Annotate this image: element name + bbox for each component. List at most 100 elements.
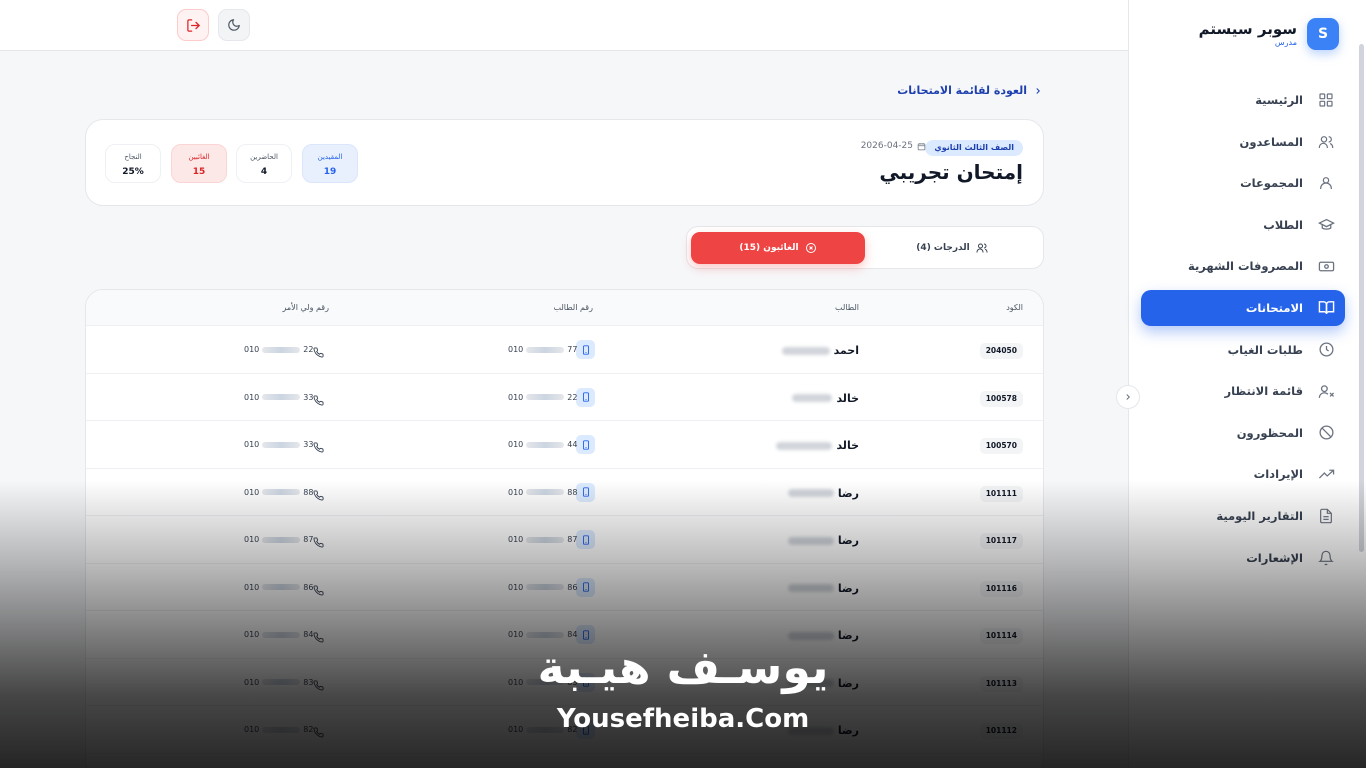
table-row[interactable]: 101116 رضا 010 86 010 86 [86,564,1043,611]
phone-icon[interactable] [313,486,324,505]
sidebar-item-exams[interactable]: الامتحانات [1141,289,1345,326]
parent-phone[interactable]: 010 84 [244,630,313,639]
student-phone[interactable]: 010 84 [508,630,577,639]
phone-suffix: 88 [303,487,314,497]
student-phone[interactable]: 010 88 [508,488,577,497]
ban-icon [1317,424,1335,442]
column-header-parent-phone[interactable]: رقم ولي الأمر [282,303,329,312]
student-phone[interactable]: 010 77 [508,345,577,354]
phone-prefix: 010 [508,487,524,497]
top-bar [0,0,1128,51]
stat-label: الحاضرين [250,153,278,161]
back-to-exams-link[interactable]: العودة لقائمة الامتحانات [897,84,1043,97]
stat-absent: الغائبين 15 [171,144,227,183]
table-row[interactable]: 101111 رضا 010 88 010 88 [86,469,1043,516]
phone-suffix: 22 [303,345,314,354]
column-header-student[interactable]: الطالب [835,303,859,312]
mobile-icon[interactable] [576,530,595,549]
mobile-icon[interactable] [576,482,595,502]
phone-suffix: 33 [303,440,314,449]
column-header-code[interactable]: الكود [1006,303,1023,312]
student-code: 101111 [979,485,1023,502]
student-name[interactable]: خالد [792,392,859,405]
sidebar-scrollbar[interactable] [1359,44,1364,552]
sidebar-item-home[interactable]: الرئيسية [1141,82,1345,118]
moon-icon [228,19,240,31]
sidebar-item-students[interactable]: الطلاب [1141,207,1345,243]
chevron-right-icon [1126,394,1130,400]
student-phone[interactable]: 010 86 [508,583,577,592]
parent-phone[interactable]: 010 87 [244,535,313,544]
mobile-icon[interactable] [576,387,595,407]
parent-phone[interactable]: 010 88 [244,488,313,497]
sidebar-item-revenue[interactable]: الإيرادات [1141,456,1345,492]
phone-prefix: 010 [244,535,260,544]
student-name[interactable]: رضا [787,487,859,500]
phone-icon[interactable] [313,581,324,600]
table-row[interactable]: 100578 خالد 010 22 010 33 [86,374,1043,421]
brand-logo: S [1307,18,1339,50]
redacted-digits [262,489,301,495]
parent-phone[interactable]: 010 33 [244,440,313,449]
redacted-surname [792,394,833,402]
phone-suffix: 84 [303,630,314,639]
parent-phone[interactable]: 010 86 [244,583,313,592]
exam-date-text: 2026-04-25 [860,141,913,151]
back-link-label: العودة لقائمة الامتحانات [897,84,1027,97]
absent-students-table: الكود الطالب رقم الطالب رقم ولي الأمر 20… [85,289,1044,768]
parent-phone[interactable]: 010 33 [244,393,313,402]
student-phone[interactable]: 010 87 [508,535,577,544]
phone-icon[interactable] [313,391,324,410]
sidebar-item-absence-requests[interactable]: طلبات الغياب [1141,332,1345,368]
sidebar-item-monthly-fees[interactable]: المصروفات الشهرية [1141,248,1345,284]
sidebar-item-daily-reports[interactable]: التقارير اليومية [1141,498,1345,534]
sidebar-item-notifications[interactable]: الإشعارات [1141,540,1345,576]
parent-phone[interactable]: 010 22 [244,345,313,354]
phone-suffix: 44 [567,440,578,449]
theme-toggle-button[interactable] [218,9,250,41]
redacted-digits [526,441,565,448]
student-name[interactable]: رضا [787,582,859,595]
student-first-name: خالد [836,439,859,452]
student-name[interactable]: احمد [781,344,859,357]
sidebar-nav: الرئيسية المساعدون المجموعات الطلاب المص… [1141,82,1345,581]
sidebar-item-label: المحظورون [1236,425,1303,440]
redacted-digits [526,394,565,400]
tab-absent[interactable]: الغائبون (15) [691,232,865,264]
sidebar-item-banned[interactable]: المحظورون [1141,415,1345,451]
sidebar-item-waiting-list[interactable]: قائمة الانتظار [1141,373,1345,409]
table-row[interactable]: 204050 احمد 010 77 010 22 [86,326,1043,374]
redacted-digits [262,394,301,400]
sidebar-item-assistants[interactable]: المساعدون [1141,124,1345,160]
phone-icon[interactable] [313,343,324,362]
mobile-icon[interactable] [576,577,595,597]
table-row[interactable]: 101117 رضا 010 87 010 87 [86,516,1043,564]
student-name[interactable]: رضا [787,534,859,547]
student-code: 204050 [979,343,1023,359]
logout-button[interactable] [177,9,209,41]
redacted-digits [526,631,565,638]
phone-prefix: 010 [244,630,260,639]
student-name[interactable]: خالد [776,439,859,452]
money-icon [1317,257,1335,275]
redacted-surname [787,584,834,592]
phone-suffix: 88 [567,487,578,497]
phone-icon[interactable] [313,533,324,552]
table-row[interactable]: 100570 خالد 010 44 010 33 [86,421,1043,469]
student-phone[interactable]: 010 44 [508,440,577,449]
file-text-icon [1317,507,1335,525]
phone-icon[interactable] [313,438,324,457]
stat-label: المقيدين [317,153,343,161]
tab-grades[interactable]: الدرجات (4) [865,232,1039,264]
brand[interactable]: S سوبر سيستم مدرس [1199,18,1339,50]
column-header-student-phone[interactable]: رقم الطالب [553,303,593,312]
mobile-icon[interactable] [576,340,595,359]
mobile-icon[interactable] [576,435,595,454]
student-first-name: احمد [833,344,859,357]
sidebar-collapse-button[interactable] [1116,385,1140,409]
sidebar-item-groups[interactable]: المجموعات [1141,165,1345,201]
redacted-surname [776,441,833,450]
book-open-icon [1317,299,1335,317]
student-phone[interactable]: 010 22 [508,393,577,402]
phone-prefix: 010 [508,582,524,592]
